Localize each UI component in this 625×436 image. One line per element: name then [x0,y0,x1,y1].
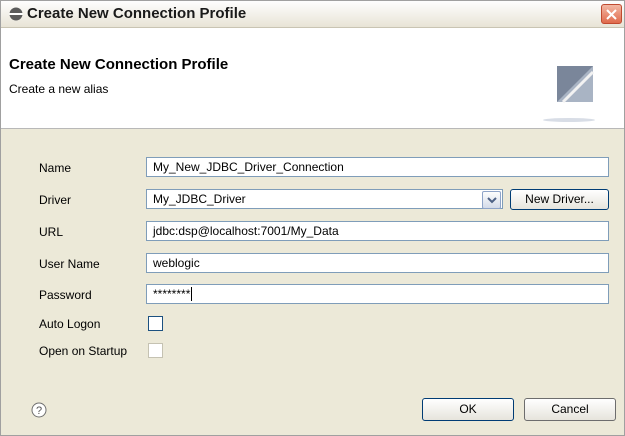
ok-button[interactable]: OK [422,398,514,421]
cancel-button[interactable]: Cancel [524,398,616,421]
user-name-label: User Name [39,257,100,271]
driver-dropdown-button[interactable] [482,191,501,209]
svg-text:?: ? [36,405,42,417]
auto-logon-label: Auto Logon [39,317,101,331]
help-icon[interactable]: ? [31,402,47,418]
url-field[interactable]: jdbc:dsp@localhost:7001/My_Data [146,221,609,241]
open-on-startup-label: Open on Startup [39,344,128,358]
page-title: Create New Connection Profile [9,56,229,73]
dialog-window: Create New Connection Profile Create New… [0,0,625,436]
url-label: URL [39,225,64,239]
driver-label: Driver [39,193,71,207]
page-subtitle: Create a new alias [9,82,109,96]
user-name-field[interactable]: weblogic [146,253,609,273]
auto-logon-checkbox[interactable] [148,316,163,331]
driver-select[interactable]: My_JDBC_Driver [146,189,503,209]
name-label: Name [39,161,72,175]
name-field[interactable]: My_New_JDBC_Driver_Connection [146,157,609,177]
password-label: Password [39,288,92,302]
close-button[interactable] [601,4,622,24]
text-caret [191,287,193,301]
wizard-header: Create New Connection Profile Create a n… [1,28,624,129]
close-icon [606,9,617,20]
new-driver-button[interactable]: New Driver... [510,189,609,210]
password-value: ******** [153,287,191,301]
title-bar[interactable]: Create New Connection Profile [1,1,624,28]
window-title: Create New Connection Profile [27,5,247,22]
open-on-startup-checkbox[interactable] [148,343,163,358]
connection-icon [9,7,23,21]
chevron-down-icon [487,197,497,204]
password-field[interactable]: ******** [146,284,609,304]
connection-form: Name My_New_JDBC_Driver_Connection Drive… [1,129,624,435]
